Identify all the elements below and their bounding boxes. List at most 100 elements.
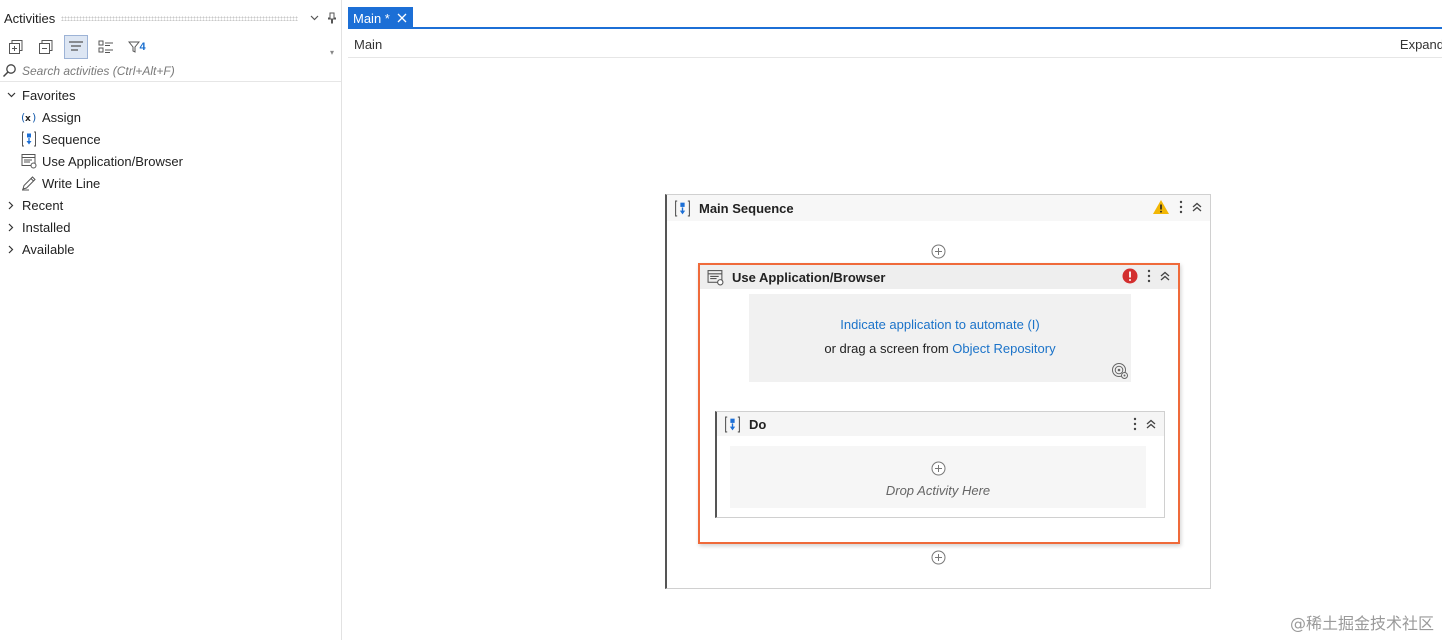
add-activity-button-do[interactable] bbox=[930, 460, 946, 476]
tree-group-recent[interactable]: Recent bbox=[0, 194, 340, 216]
chevron-right-icon bbox=[4, 242, 18, 256]
plus-circle-icon bbox=[931, 244, 945, 258]
do-title: Do bbox=[749, 416, 767, 432]
plus-circle-icon bbox=[931, 550, 945, 564]
activity-item-sequence[interactable]: Sequence bbox=[0, 128, 340, 150]
pin-button[interactable] bbox=[324, 10, 340, 26]
target-options-button[interactable] bbox=[1111, 362, 1129, 380]
assign-icon: (x) bbox=[20, 109, 38, 125]
expand-all-icon bbox=[9, 40, 23, 54]
drop-activity-zone[interactable]: Drop Activity Here bbox=[730, 446, 1146, 508]
activity-item-label: Use Application/Browser bbox=[42, 153, 183, 169]
tree-group-installed[interactable]: Installed bbox=[0, 216, 340, 238]
main-sequence-header[interactable]: Main Sequence bbox=[667, 195, 1210, 221]
use-application-browser-activity[interactable]: Use Application/Browser Indicate applica… bbox=[698, 263, 1180, 544]
breadcrumb[interactable]: Main bbox=[354, 37, 382, 52]
more-options-button[interactable] bbox=[1130, 416, 1140, 432]
add-activity-button-top[interactable] bbox=[930, 243, 946, 259]
tree-group-favorites[interactable]: Favorites bbox=[0, 84, 340, 106]
tree-group-label: Recent bbox=[22, 197, 64, 213]
activities-panel: Activities 4 ▾ Search activities (Ctrl+A… bbox=[0, 0, 342, 640]
sequence-icon bbox=[674, 200, 691, 217]
pin-icon bbox=[328, 12, 336, 24]
collapse-all-button[interactable] bbox=[34, 35, 58, 59]
filter-button[interactable]: 4 bbox=[124, 35, 150, 59]
indicate-application-link[interactable]: Indicate application to automate (I) bbox=[749, 317, 1131, 332]
chevron-right-icon bbox=[4, 198, 18, 212]
panel-grip[interactable] bbox=[61, 15, 298, 21]
more-vertical-icon bbox=[1133, 417, 1137, 431]
tree-group-label: Favorites bbox=[22, 87, 76, 103]
activity-item-label: Write Line bbox=[42, 175, 101, 191]
error-icon[interactable] bbox=[1122, 268, 1138, 284]
breadcrumb-bar: Main Expand bbox=[348, 32, 1442, 58]
activity-item-use-application-browser[interactable]: Use Application/Browser bbox=[0, 150, 340, 172]
collapse-button[interactable] bbox=[1146, 416, 1156, 432]
panel-dropdown-button[interactable] bbox=[306, 10, 322, 26]
activity-item-label: Sequence bbox=[42, 131, 101, 147]
more-options-button[interactable] bbox=[1176, 199, 1186, 215]
chevron-down-icon bbox=[310, 15, 318, 21]
more-vertical-icon bbox=[1147, 269, 1151, 283]
warning-icon[interactable] bbox=[1152, 199, 1170, 215]
main-sequence-title: Main Sequence bbox=[699, 200, 794, 216]
object-repository-link[interactable]: Object Repository bbox=[952, 341, 1055, 356]
do-sequence-activity[interactable]: Do Drop Activity Here bbox=[715, 411, 1165, 518]
use-app-title: Use Application/Browser bbox=[732, 269, 886, 285]
search-icon bbox=[2, 64, 16, 78]
activities-panel-header: Activities bbox=[0, 8, 342, 28]
pencil-icon bbox=[20, 175, 38, 191]
panel-title: Activities bbox=[4, 10, 56, 26]
browser-window-icon bbox=[20, 153, 38, 169]
tab-label: Main * bbox=[353, 10, 390, 26]
svg-text:x: x bbox=[25, 114, 31, 123]
activity-item-assign[interactable]: (x) Assign bbox=[0, 106, 340, 128]
expand-all-link[interactable]: Expand bbox=[1400, 37, 1442, 52]
main-sequence-controls bbox=[1152, 199, 1202, 215]
drop-activity-text: Drop Activity Here bbox=[885, 483, 991, 498]
sequence-icon bbox=[724, 416, 741, 433]
activities-tree: Favorites (x) Assign Sequence Use Applic… bbox=[0, 84, 340, 260]
more-options-button[interactable] bbox=[1144, 268, 1154, 284]
do-controls bbox=[1130, 416, 1156, 432]
chevron-right-icon bbox=[4, 220, 18, 234]
toolbar-overflow-icon[interactable]: ▾ bbox=[330, 48, 334, 57]
tab-main[interactable]: Main * bbox=[348, 7, 413, 29]
expand-all-button[interactable] bbox=[4, 35, 28, 59]
search-row bbox=[0, 60, 341, 82]
main-sequence-activity[interactable]: Main Sequence Use Application/Browser In… bbox=[665, 194, 1211, 589]
tree-group-label: Available bbox=[22, 241, 75, 257]
activity-item-label: Assign bbox=[42, 109, 82, 125]
tab-close-button[interactable] bbox=[397, 13, 407, 23]
search-activities-input[interactable] bbox=[22, 63, 322, 78]
browser-window-icon bbox=[707, 269, 724, 286]
use-app-controls bbox=[1122, 268, 1170, 284]
drag-screen-text: or drag a screen from Object Repository bbox=[749, 341, 1131, 356]
collapse-button[interactable] bbox=[1160, 268, 1170, 284]
tree-view-icon bbox=[98, 40, 113, 53]
designer-canvas[interactable]: Main Sequence Use Application/Browser In… bbox=[348, 59, 1442, 640]
double-chevron-up-icon bbox=[1192, 202, 1202, 212]
double-chevron-up-icon bbox=[1146, 419, 1156, 429]
document-tab-bar: Main * bbox=[348, 7, 1442, 29]
list-description-icon bbox=[69, 41, 83, 51]
use-app-header[interactable]: Use Application/Browser bbox=[700, 265, 1178, 289]
activities-toolbar: 4 bbox=[4, 34, 156, 60]
watermark: @稀土掘金技术社区 bbox=[1289, 614, 1434, 633]
tree-group-available[interactable]: Available bbox=[0, 238, 340, 260]
indicate-target-area[interactable]: Indicate application to automate (I) or … bbox=[749, 294, 1131, 382]
show-descriptions-button[interactable] bbox=[64, 35, 88, 59]
tree-group-label: Installed bbox=[22, 219, 71, 235]
group-view-button[interactable] bbox=[94, 35, 118, 59]
filter-count: 4 bbox=[139, 41, 146, 53]
add-activity-button-bottom[interactable] bbox=[930, 549, 946, 565]
drag-text: or drag a screen from bbox=[824, 341, 949, 356]
plus-circle-icon bbox=[931, 461, 945, 475]
activity-item-write-line[interactable]: Write Line bbox=[0, 172, 340, 194]
collapse-button[interactable] bbox=[1192, 199, 1202, 215]
close-icon bbox=[397, 13, 407, 23]
do-header[interactable]: Do bbox=[717, 412, 1164, 436]
svg-text:): ) bbox=[32, 111, 36, 123]
more-vertical-icon bbox=[1179, 200, 1183, 214]
sequence-icon bbox=[20, 131, 38, 147]
